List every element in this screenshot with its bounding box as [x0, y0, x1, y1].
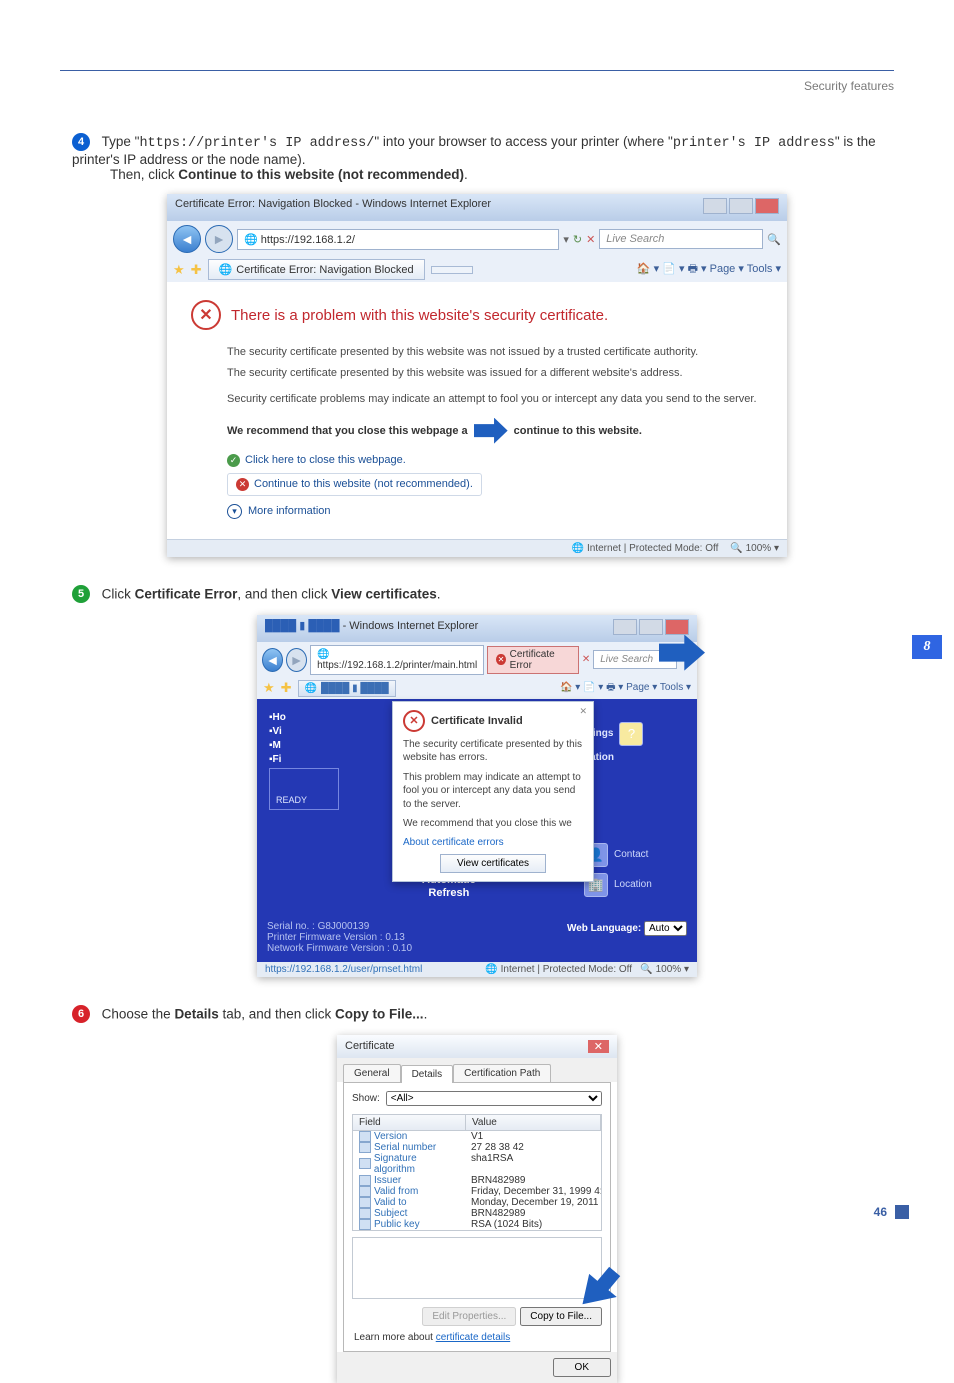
tab-cert-path[interactable]: Certification Path: [453, 1064, 551, 1082]
recommendation-line: We recommend that you close this webpage…: [227, 418, 763, 444]
continue-website-link[interactable]: ✕Continue to this website (not recommend…: [227, 473, 482, 496]
ie-printer-page-window: ████ ▮ ████ - Windows Internet Explorer …: [257, 615, 697, 977]
step-5-text: Click Certificate Error, and then click …: [102, 586, 441, 601]
shield-x-icon-2: ✕: [403, 710, 425, 732]
close-webpage-link[interactable]: ✓Click here to close this webpage.: [227, 454, 763, 467]
printer-status: READY: [269, 768, 339, 810]
address-bar[interactable]: 🌐 https://192.168.1.2/: [237, 229, 559, 250]
section-header: Security features: [60, 79, 894, 93]
back-button[interactable]: ◄: [173, 225, 201, 253]
nav-m[interactable]: M: [269, 740, 334, 751]
about-cert-errors-link[interactable]: About certificate errors: [403, 837, 583, 848]
table-row[interactable]: IssuerBRN482989: [353, 1175, 601, 1186]
add-favorite-icon-2[interactable]: ✚: [281, 680, 292, 696]
cert-value-detail: [352, 1237, 602, 1299]
cert-msg-3: Security certificate problems may indica…: [227, 391, 763, 408]
web-language: Web Language: Auto: [567, 921, 687, 936]
search-box[interactable]: Live Search: [599, 229, 763, 249]
network-fw: Network Firmware Version : 0.10: [267, 943, 687, 954]
certificate-invalid-popup: ✕ ✕Certificate Invalid The security cert…: [392, 701, 594, 882]
status-zone: 🌐 Internet | Protected Mode: Off: [572, 543, 719, 554]
new-tab[interactable]: [431, 266, 473, 274]
cert-msg-2: The security certificate presented by th…: [227, 365, 763, 382]
nav-view[interactable]: Vi: [269, 726, 334, 737]
edit-properties-button: Edit Properties...: [422, 1307, 516, 1326]
certificate-dialog: Certificate ✕ General Details Certificat…: [337, 1035, 617, 1383]
browser-tab[interactable]: 🌐Certificate Error: Navigation Blocked: [208, 259, 425, 280]
ok-button[interactable]: OK: [553, 1358, 611, 1377]
window-title: Certificate Error: Navigation Blocked - …: [175, 198, 491, 217]
step-6-badge: 6: [72, 1005, 90, 1023]
shield-x-icon: ✕: [191, 300, 221, 330]
step-5-badge: 5: [72, 585, 90, 603]
forward-button-2[interactable]: ►: [286, 648, 307, 672]
back-button-2[interactable]: ◄: [262, 648, 283, 672]
table-row[interactable]: Valid toMonday, December 19, 2011 ...: [353, 1197, 601, 1208]
step-4-text: Type "https://printer's IP address/" int…: [72, 134, 876, 168]
step-4-badge: 4: [72, 133, 90, 151]
status-address: https://192.168.1.2/user/prnset.html: [265, 964, 422, 975]
step-6-text: Choose the Details tab, and then click C…: [102, 1006, 428, 1021]
show-label: Show:: [352, 1093, 380, 1104]
table-row[interactable]: Signature algorithmsha1RSA: [353, 1153, 601, 1175]
callout-arrow-icon: [474, 418, 508, 444]
window-title-2: ████ ▮ ████ - Windows Internet Explorer: [265, 619, 478, 638]
cert-dialog-title: Certificate: [345, 1040, 395, 1053]
favorites-icon[interactable]: ★: [173, 262, 185, 278]
table-row[interactable]: Valid fromFriday, December 31, 1999 4:..…: [353, 1186, 601, 1197]
page-number: 46: [874, 1205, 909, 1219]
show-select[interactable]: <All>: [386, 1091, 602, 1106]
cert-fields-table[interactable]: FieldValue VersionV1Serial number27 28 3…: [352, 1114, 602, 1231]
cert-close-icon[interactable]: ✕: [588, 1040, 609, 1053]
window-controls-2[interactable]: [611, 619, 689, 638]
learn-more-link[interactable]: Learn more about certificate details: [354, 1332, 602, 1343]
address-bar-2[interactable]: 🌐 https://192.168.1.2/printer/main.html: [310, 645, 484, 675]
tab-details[interactable]: Details: [401, 1065, 454, 1083]
nav-find[interactable]: Fi: [269, 754, 334, 765]
add-favorite-icon[interactable]: ✚: [191, 262, 202, 278]
cert-problem-heading: There is a problem with this website's s…: [231, 307, 608, 324]
table-row[interactable]: VersionV1: [353, 1131, 601, 1142]
window-controls[interactable]: [701, 198, 779, 217]
toolbar-right[interactable]: 🏠 ▾ 📄 ▾ 🖶 ▾ Page ▾ Tools ▾: [637, 260, 781, 279]
browser-tab-2[interactable]: 🌐 ████ ▮ ████: [298, 680, 396, 697]
ie-cert-error-window: Certificate Error: Navigation Blocked - …: [167, 194, 787, 557]
nav-home[interactable]: Ho: [269, 712, 334, 723]
certificate-error-button[interactable]: ✕Certificate Error: [487, 646, 579, 674]
zoom-level[interactable]: 🔍 100% ▾: [730, 543, 779, 554]
table-row[interactable]: Public keyRSA (1024 Bits): [353, 1219, 601, 1230]
toolbar-right-2[interactable]: 🏠 ▾ 📄 ▾ 🖶 ▾ Page ▾ Tools ▾: [560, 680, 691, 697]
chapter-tab: 8: [912, 635, 942, 659]
tab-general[interactable]: General: [343, 1064, 401, 1082]
forward-button[interactable]: ►: [205, 225, 233, 253]
table-row[interactable]: SubjectBRN482989: [353, 1208, 601, 1219]
settings-icon[interactable]: ?: [619, 722, 643, 746]
copy-to-file-button[interactable]: Copy to File...: [520, 1307, 602, 1326]
view-certificates-button[interactable]: View certificates: [440, 854, 546, 873]
web-language-select[interactable]: Auto: [644, 921, 687, 936]
cert-msg-1: The security certificate presented by th…: [227, 344, 763, 361]
popup-close-icon[interactable]: ✕: [579, 706, 587, 717]
table-row[interactable]: Serial number27 28 38 42: [353, 1142, 601, 1153]
more-information-toggle[interactable]: ▾More information: [227, 504, 763, 519]
favorites-icon-2[interactable]: ★: [263, 680, 275, 696]
